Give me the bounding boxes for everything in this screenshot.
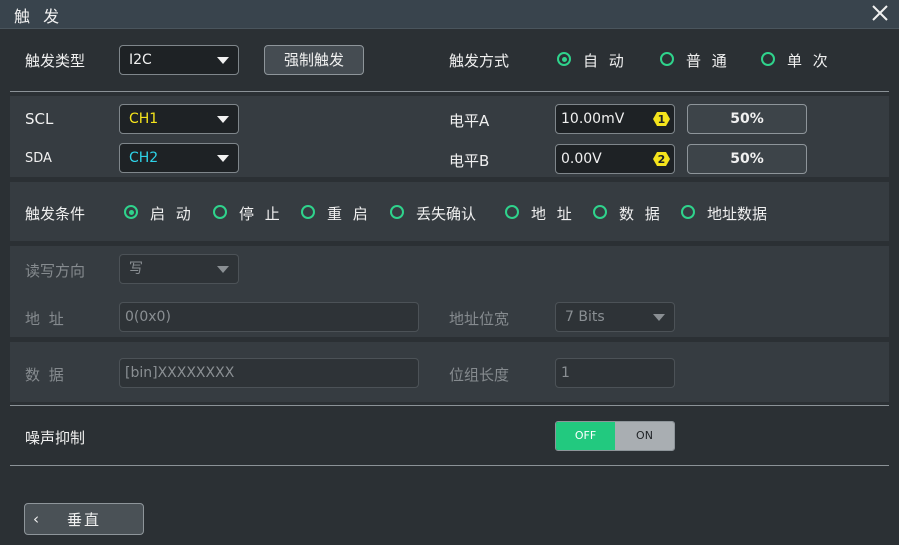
trigger-condition-label: 触发条件 [25,205,86,223]
condition-data-label: 数 据 [619,205,663,223]
vertical-menu-label: 垂直 [66,511,101,529]
scl-label: SCL [25,110,54,128]
condition-start-radio[interactable]: 启 动 [124,204,194,224]
trigger-mode-single-radio[interactable]: 单 次 [761,51,831,71]
sda-source-value: CH2 [129,150,159,166]
address-width-dropdown[interactable]: 7 Bits [555,302,675,332]
noise-rejection-label: 噪声抑制 [25,429,86,447]
condition-restart-radio[interactable]: 重 启 [301,204,371,224]
radio-checked-icon [124,205,138,219]
level-a-input[interactable]: 10.00mV 1 [555,104,675,134]
chevron-down-icon [217,155,229,162]
level-b-label: 电平B [449,152,490,170]
address-input[interactable]: 0(0x0) [119,302,419,332]
vertical-menu-button[interactable]: ‹ 垂直 [24,503,144,535]
chevron-down-icon [653,314,665,321]
scl-source-value: CH1 [129,111,159,127]
trigger-mode-normal-radio[interactable]: 普 通 [660,51,730,71]
force-trigger-button[interactable]: 强制触发 [264,45,364,75]
condition-start-label: 启 动 [150,205,194,223]
condition-address-data-radio[interactable]: 地址数据 [681,204,776,224]
condition-address-label: 地 址 [531,205,575,223]
condition-address-data-label: 地址数据 [707,205,768,223]
trigger-mode-single-label: 单 次 [787,52,831,70]
condition-data-radio[interactable]: 数 据 [593,204,663,224]
trigger-type-value: I2C [129,52,152,68]
level-a-label: 电平A [449,112,490,130]
level-a-50pct-button[interactable]: 50% [687,104,807,134]
noise-rejection-toggle[interactable]: OFF ON [555,421,675,451]
sda-source-dropdown[interactable]: CH2 [119,143,239,173]
level-b-50pct-button[interactable]: 50% [687,144,807,174]
scl-source-dropdown[interactable]: CH1 [119,104,239,134]
trigger-mode-auto-radio[interactable]: 自 动 [557,51,627,71]
chevron-down-icon [217,266,229,273]
rw-direction-label: 读写方向 [25,262,86,280]
condition-address-radio[interactable]: 地 址 [505,204,575,224]
trigger-mode-auto-label: 自 动 [583,52,627,70]
radio-unchecked-icon [761,52,775,66]
condition-nack-radio[interactable]: 丢失确认 [390,204,485,224]
divider [10,465,889,466]
sda-label: SDA [25,151,52,166]
level-1-badge-icon: 1 [653,112,670,126]
radio-checked-icon [557,52,571,66]
byte-length-input[interactable]: 1 [555,358,675,388]
data-label: 数 据 [25,366,66,384]
level-b-badge-text: 2 [658,153,666,166]
level-a-value: 10.00mV [561,111,625,127]
radio-unchecked-icon [660,52,674,66]
trigger-mode-label: 触发方式 [449,52,510,70]
trigger-type-label: 触发类型 [25,52,86,70]
address-width-label: 地址位宽 [449,310,510,328]
radio-unchecked-icon [593,205,607,219]
trigger-type-dropdown[interactable]: I2C [119,45,239,75]
level-b-value: 0.00V [561,151,602,167]
radio-unchecked-icon [681,205,695,219]
radio-unchecked-icon [213,205,227,219]
level-b-input[interactable]: 0.00V 2 [555,144,675,174]
byte-length-label: 位组长度 [449,366,510,384]
chevron-down-icon [217,57,229,64]
title-bar: 触 发 [0,0,899,29]
toggle-on-option[interactable]: ON [615,422,674,450]
data-input[interactable]: [bin]XXXXXXXX [119,358,419,388]
condition-restart-label: 重 启 [327,205,371,223]
chevron-down-icon [217,116,229,123]
rw-direction-dropdown[interactable]: 写 [119,254,239,284]
window-title: 触 发 [14,7,64,26]
divider [10,405,889,406]
radio-unchecked-icon [301,205,315,219]
trigger-mode-normal-label: 普 通 [686,52,730,70]
condition-stop-label: 停 止 [239,205,283,223]
condition-nack-label: 丢失确认 [416,205,477,223]
level-2-badge-icon: 2 [653,152,670,166]
divider [10,91,889,92]
rw-direction-value: 写 [129,261,143,277]
toggle-off-option[interactable]: OFF [556,422,615,450]
address-label: 地 址 [25,310,66,328]
condition-stop-radio[interactable]: 停 止 [213,204,283,224]
level-a-badge-text: 1 [658,113,666,126]
radio-unchecked-icon [390,205,404,219]
radio-unchecked-icon [505,205,519,219]
address-width-value: 7 Bits [565,309,605,325]
close-icon[interactable] [869,2,891,24]
